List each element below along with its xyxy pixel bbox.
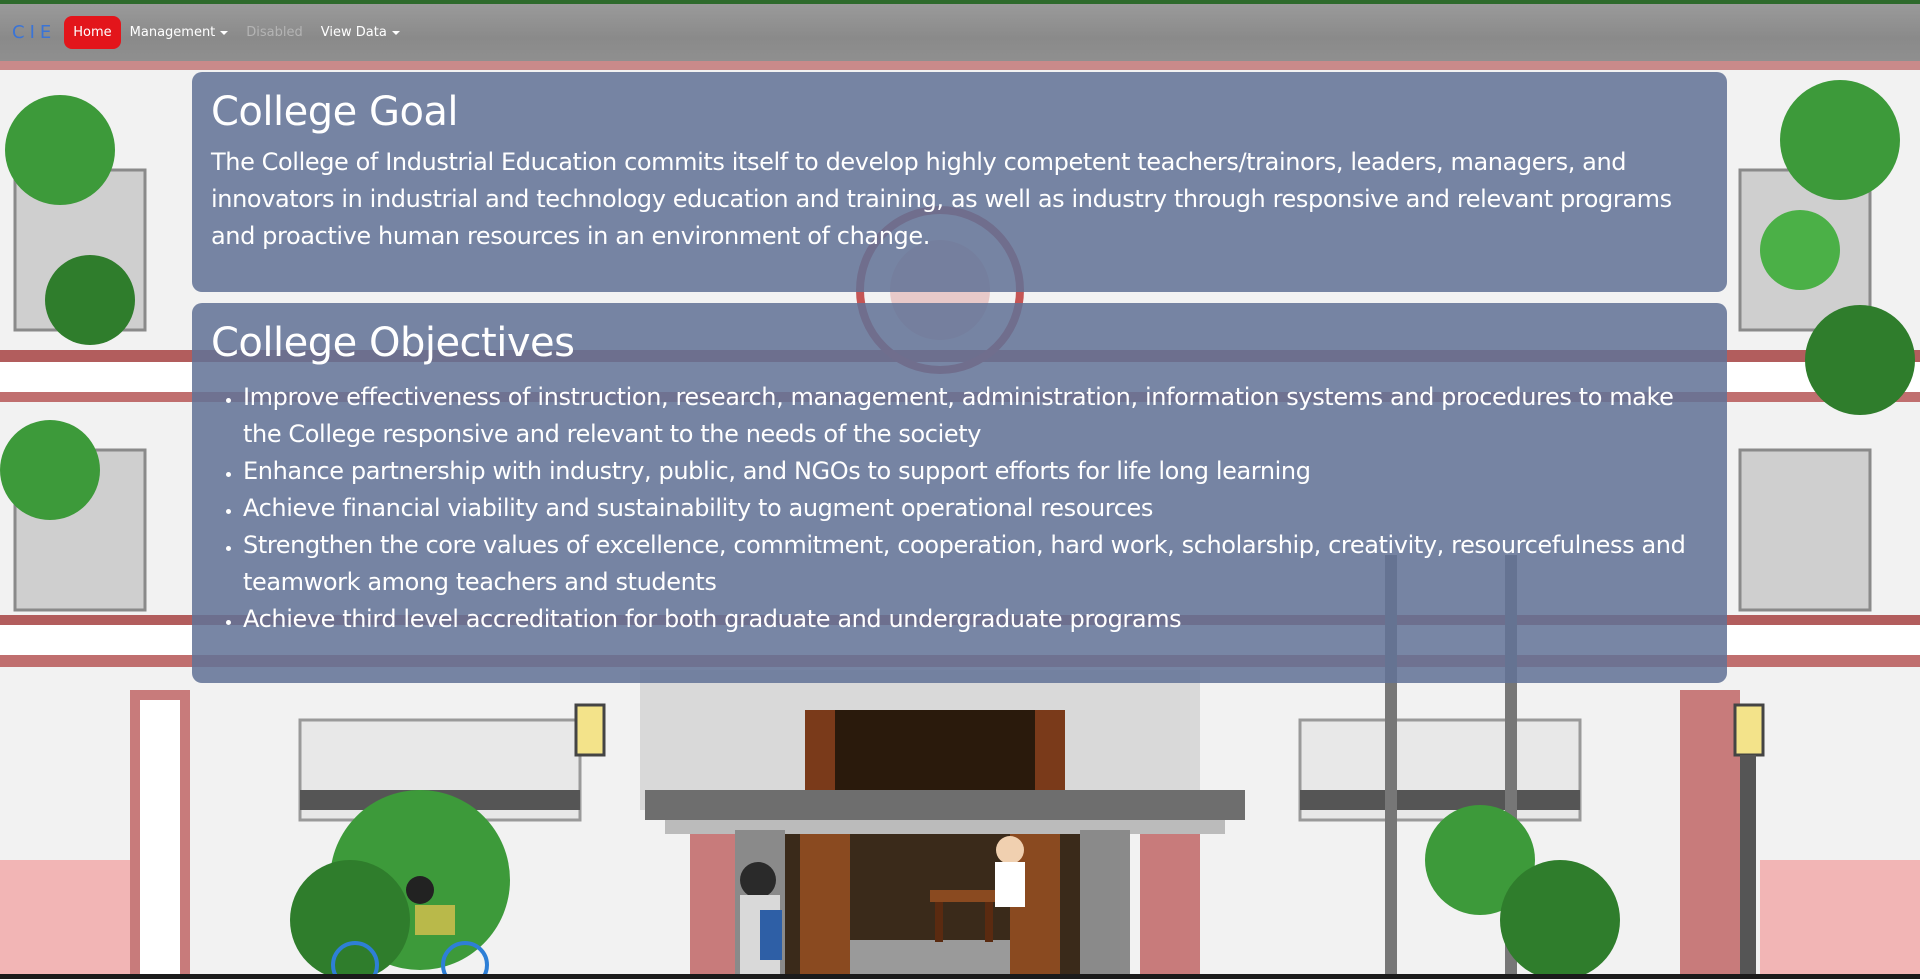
nav-menu: Home Management Disabled View Data	[64, 16, 409, 49]
objective-item: Enhance partnership with industry, publi…	[243, 453, 1708, 490]
college-objectives-card: College Objectives Improve effectiveness…	[192, 303, 1727, 683]
college-goal-text: The College of Industrial Education comm…	[211, 148, 1672, 250]
nav-view-data-dropdown[interactable]: View Data	[312, 17, 409, 48]
nav-management-label: Management	[129, 25, 216, 40]
brand-logo[interactable]: CIE	[12, 22, 56, 43]
nav-home-link[interactable]: Home	[64, 16, 121, 49]
objective-item: Strengthen the core values of excellence…	[243, 527, 1708, 601]
objective-item: Achieve third level accreditation for bo…	[243, 601, 1708, 638]
college-objectives-title: College Objectives	[211, 320, 575, 366]
top-navbar: CIE Home Management Disabled View Data	[0, 4, 1920, 61]
college-goal-title: College Goal	[211, 89, 459, 135]
nav-disabled-label: Disabled	[246, 25, 303, 40]
objective-item: Achieve financial viability and sustaina…	[243, 490, 1708, 527]
caret-down-icon	[220, 30, 229, 35]
nav-disabled-link: Disabled	[237, 17, 311, 48]
caret-down-icon	[391, 30, 400, 35]
nav-view-data-label: View Data	[320, 25, 387, 40]
nav-management-dropdown[interactable]: Management	[121, 17, 238, 48]
objective-item: Improve effectiveness of instruction, re…	[243, 379, 1708, 453]
objectives-list: Improve effectiveness of instruction, re…	[211, 379, 1708, 638]
nav-home-label: Home	[73, 25, 112, 40]
college-goal-card: College Goal The College of Industrial E…	[192, 72, 1727, 292]
bottom-edge-strip	[0, 974, 1920, 979]
